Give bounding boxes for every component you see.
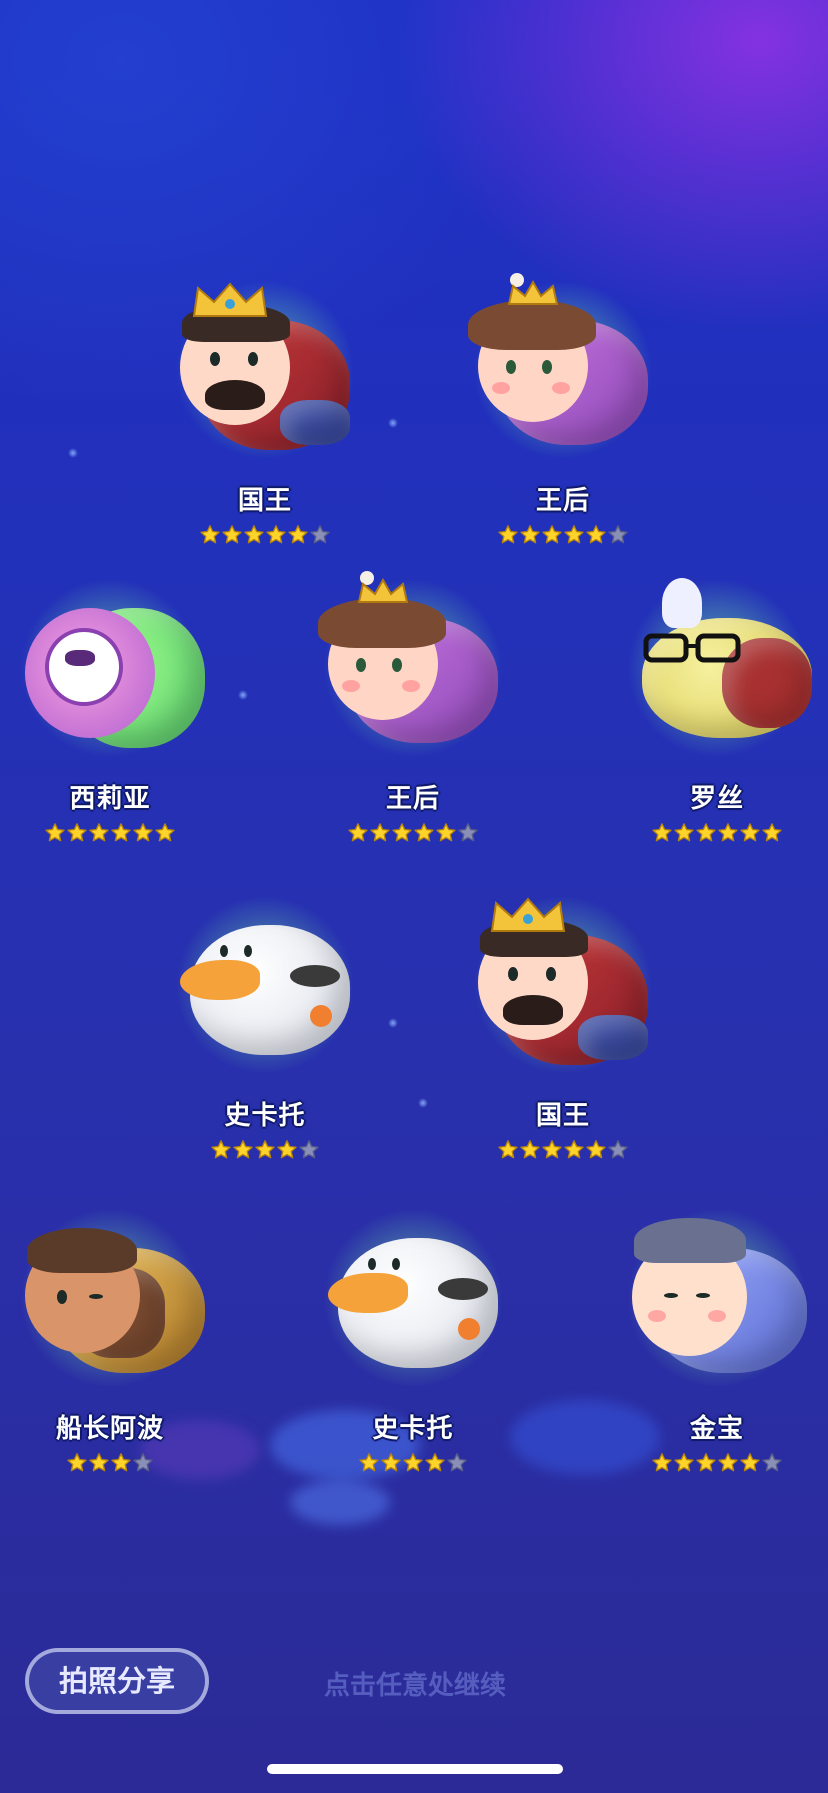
- star-filled-icon: [563, 524, 585, 546]
- character-name: 王后: [535, 486, 590, 516]
- character-name: 史卡托: [224, 1101, 306, 1131]
- star-filled-icon: [110, 822, 132, 844]
- photo-share-button[interactable]: 拍照分享: [25, 1648, 209, 1714]
- tap-to-continue-hint[interactable]: 点击任意处继续: [230, 1665, 600, 1702]
- scuttle-character-portrait: [308, 1198, 518, 1388]
- star-rating: [160, 522, 370, 546]
- star-filled-icon: [110, 1452, 132, 1474]
- star-empty-icon: [607, 1139, 629, 1161]
- star-filled-icon: [497, 524, 519, 546]
- character-name: 西莉亚: [69, 784, 151, 814]
- character-name: 史卡托: [372, 1414, 454, 1444]
- star-filled-icon: [391, 822, 413, 844]
- star-filled-icon: [673, 1452, 695, 1474]
- star-empty-icon: [309, 524, 331, 546]
- star-filled-icon: [232, 1139, 254, 1161]
- star-filled-icon: [243, 524, 265, 546]
- star-filled-icon: [519, 524, 541, 546]
- star-filled-icon: [347, 822, 369, 844]
- celia-character-portrait: [5, 568, 215, 758]
- star-filled-icon: [369, 822, 391, 844]
- star-filled-icon: [254, 1139, 276, 1161]
- star-rating: [5, 820, 215, 844]
- star-filled-icon: [210, 1139, 232, 1161]
- star-filled-icon: [717, 1452, 739, 1474]
- star-rating: [308, 820, 518, 844]
- star-rating: [612, 820, 822, 844]
- star-empty-icon: [298, 1139, 320, 1161]
- scuttle-character-portrait: [160, 885, 370, 1075]
- star-rating: [5, 1450, 215, 1474]
- star-filled-icon: [424, 1452, 446, 1474]
- star-rating: [160, 1137, 370, 1161]
- star-filled-icon: [739, 822, 761, 844]
- roz-character-portrait: [612, 568, 822, 758]
- star-empty-icon: [761, 1452, 783, 1474]
- character-name: 罗丝: [689, 784, 744, 814]
- star-filled-icon: [519, 1139, 541, 1161]
- home-indicator[interactable]: [267, 1764, 563, 1774]
- sparkle: [388, 1018, 398, 1028]
- star-empty-icon: [446, 1452, 468, 1474]
- character-name: 王后: [385, 784, 440, 814]
- star-filled-icon: [413, 822, 435, 844]
- star-filled-icon: [651, 1452, 673, 1474]
- captain-character-portrait: [5, 1198, 215, 1388]
- star-filled-icon: [402, 1452, 424, 1474]
- star-filled-icon: [585, 1139, 607, 1161]
- star-filled-icon: [651, 822, 673, 844]
- star-filled-icon: [44, 822, 66, 844]
- star-filled-icon: [541, 524, 563, 546]
- star-empty-icon: [457, 822, 479, 844]
- star-filled-icon: [695, 822, 717, 844]
- star-filled-icon: [585, 524, 607, 546]
- star-empty-icon: [132, 1452, 154, 1474]
- sparkle: [418, 1098, 428, 1108]
- king-character-portrait: [458, 885, 668, 1075]
- star-filled-icon: [380, 1452, 402, 1474]
- star-filled-icon: [541, 1139, 563, 1161]
- star-empty-icon: [607, 524, 629, 546]
- sparkle: [388, 418, 398, 428]
- character-name: 国王: [535, 1101, 590, 1131]
- sparkle: [68, 448, 78, 458]
- star-rating: [458, 522, 668, 546]
- star-filled-icon: [717, 822, 739, 844]
- character-name: 国王: [237, 486, 292, 516]
- jinbao-character-portrait: [612, 1198, 822, 1388]
- star-filled-icon: [221, 524, 243, 546]
- star-filled-icon: [673, 822, 695, 844]
- star-filled-icon: [66, 822, 88, 844]
- king-character-portrait: [160, 270, 370, 460]
- star-filled-icon: [88, 822, 110, 844]
- star-filled-icon: [435, 822, 457, 844]
- star-filled-icon: [287, 524, 309, 546]
- star-filled-icon: [358, 1452, 380, 1474]
- character-name: 船长阿波: [55, 1414, 164, 1444]
- star-filled-icon: [265, 524, 287, 546]
- star-filled-icon: [66, 1452, 88, 1474]
- star-rating: [458, 1137, 668, 1161]
- queen-character-portrait: [458, 270, 668, 460]
- star-rating: [612, 1450, 822, 1474]
- star-filled-icon: [88, 1452, 110, 1474]
- character-name: 金宝: [689, 1414, 744, 1444]
- queen-character-portrait: [308, 568, 518, 758]
- star-filled-icon: [276, 1139, 298, 1161]
- star-filled-icon: [154, 822, 176, 844]
- star-filled-icon: [695, 1452, 717, 1474]
- star-filled-icon: [199, 524, 221, 546]
- star-filled-icon: [739, 1452, 761, 1474]
- star-filled-icon: [761, 822, 783, 844]
- star-filled-icon: [563, 1139, 585, 1161]
- star-filled-icon: [497, 1139, 519, 1161]
- star-rating: [308, 1450, 518, 1474]
- star-filled-icon: [132, 822, 154, 844]
- sparkle: [238, 690, 248, 700]
- floor-glow: [290, 1480, 390, 1525]
